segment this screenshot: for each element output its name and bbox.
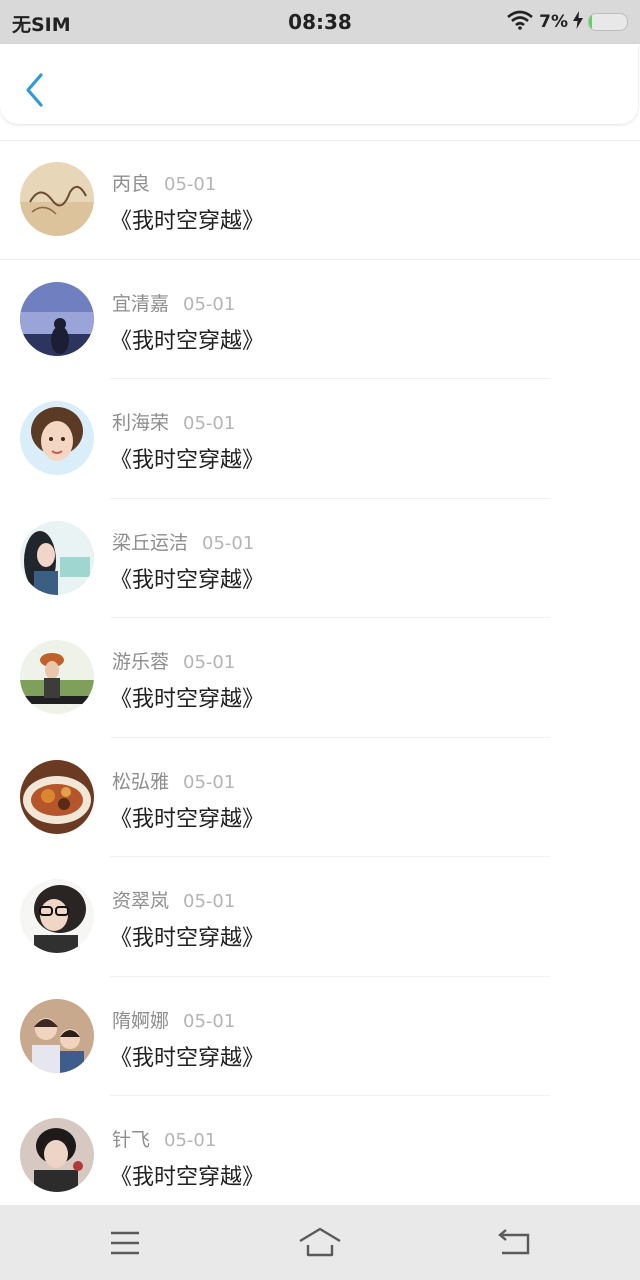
avatar[interactable] — [20, 401, 94, 475]
battery-percent: 7% — [539, 12, 568, 32]
book-title: 《我时空穿越》 — [110, 209, 265, 234]
chevron-left-icon — [26, 73, 43, 107]
commenter-name: 隋婀娜 05-01 — [112, 1009, 236, 1032]
post-date: 05-01 — [183, 891, 236, 912]
book-title: 《我时空穿越》 — [110, 687, 265, 712]
post-date: 05-01 — [183, 771, 236, 793]
commenter-name: 游乐蓉 05-01 — [112, 651, 236, 673]
avatar[interactable] — [20, 759, 94, 834]
book-title: 《我时空穿越》 — [110, 806, 265, 832]
system-nav-bar — [0, 1205, 640, 1280]
commenter-name: 宜清嘉 05-01 — [112, 292, 236, 315]
avatar[interactable] — [20, 879, 94, 953]
back-icon — [498, 1229, 530, 1255]
post-date: 05-01 — [183, 1010, 236, 1032]
avatar[interactable] — [20, 162, 94, 236]
post-date: 05-01 — [183, 652, 236, 673]
avatar[interactable] — [20, 998, 94, 1073]
post-date: 05-01 — [164, 1130, 217, 1151]
commenter-name: 松弘雅 05-01 — [112, 770, 236, 793]
list-item[interactable]: 针飞 05-01 《我时空穿越》 — [0, 1096, 640, 1216]
book-title: 《我时空穿越》 — [110, 1165, 265, 1190]
menu-button[interactable] — [103, 1225, 147, 1261]
list-item[interactable]: 隋婀娜 05-01 《我时空穿越》 — [0, 977, 640, 1096]
list-item[interactable]: 宜清嘉 05-01 《我时空穿越》 — [0, 260, 640, 379]
battery-level — [589, 14, 592, 30]
avatar[interactable] — [20, 1118, 94, 1192]
avatar[interactable] — [20, 520, 94, 595]
commenter-name: 利海荣 05-01 — [112, 412, 236, 434]
commenter-name: 丙良 05-01 — [112, 173, 217, 195]
status-bar: 无SIM 08:38 7% — [0, 0, 640, 44]
home-icon — [299, 1227, 341, 1257]
system-back-button[interactable] — [494, 1225, 538, 1261]
book-title: 《我时空穿越》 — [110, 448, 265, 473]
list-item[interactable]: 梁丘运洁 05-01 《我时空穿越》 — [0, 499, 640, 618]
battery-icon — [588, 13, 628, 31]
book-title: 《我时空穿越》 — [110, 926, 265, 951]
comment-list: 丙良 05-01 《我时空穿越》 宜清嘉 05-01 《我时空穿越》 利海荣 0… — [0, 140, 640, 1216]
list-item[interactable]: 丙良 05-01 《我时空穿越》 — [0, 140, 640, 260]
charging-bolt-icon — [573, 10, 583, 34]
back-button[interactable] — [22, 72, 50, 108]
commenter-name: 针飞 05-01 — [112, 1129, 217, 1151]
wifi-icon — [506, 10, 534, 35]
app-header — [0, 44, 638, 124]
post-date: 05-01 — [183, 413, 236, 434]
book-title: 《我时空穿越》 — [110, 328, 265, 354]
list-item[interactable]: 游乐蓉 05-01 《我时空穿越》 — [0, 618, 640, 738]
home-button[interactable] — [298, 1225, 342, 1261]
commenter-name: 梁丘运洁 05-01 — [112, 531, 255, 554]
book-title: 《我时空穿越》 — [110, 567, 265, 593]
list-item[interactable]: 松弘雅 05-01 《我时空穿越》 — [0, 738, 640, 857]
post-date: 05-01 — [183, 293, 236, 315]
list-item[interactable]: 利海荣 05-01 《我时空穿越》 — [0, 379, 640, 499]
menu-icon — [111, 1231, 139, 1255]
book-title: 《我时空穿越》 — [110, 1045, 265, 1071]
list-item[interactable]: 资翠岚 05-01 《我时空穿越》 — [0, 857, 640, 977]
post-date: 05-01 — [202, 532, 255, 554]
avatar[interactable] — [20, 281, 94, 356]
status-icons: 7% — [506, 9, 628, 35]
commenter-name: 资翠岚 05-01 — [112, 890, 236, 912]
avatar[interactable] — [20, 640, 94, 714]
post-date: 05-01 — [164, 174, 217, 195]
